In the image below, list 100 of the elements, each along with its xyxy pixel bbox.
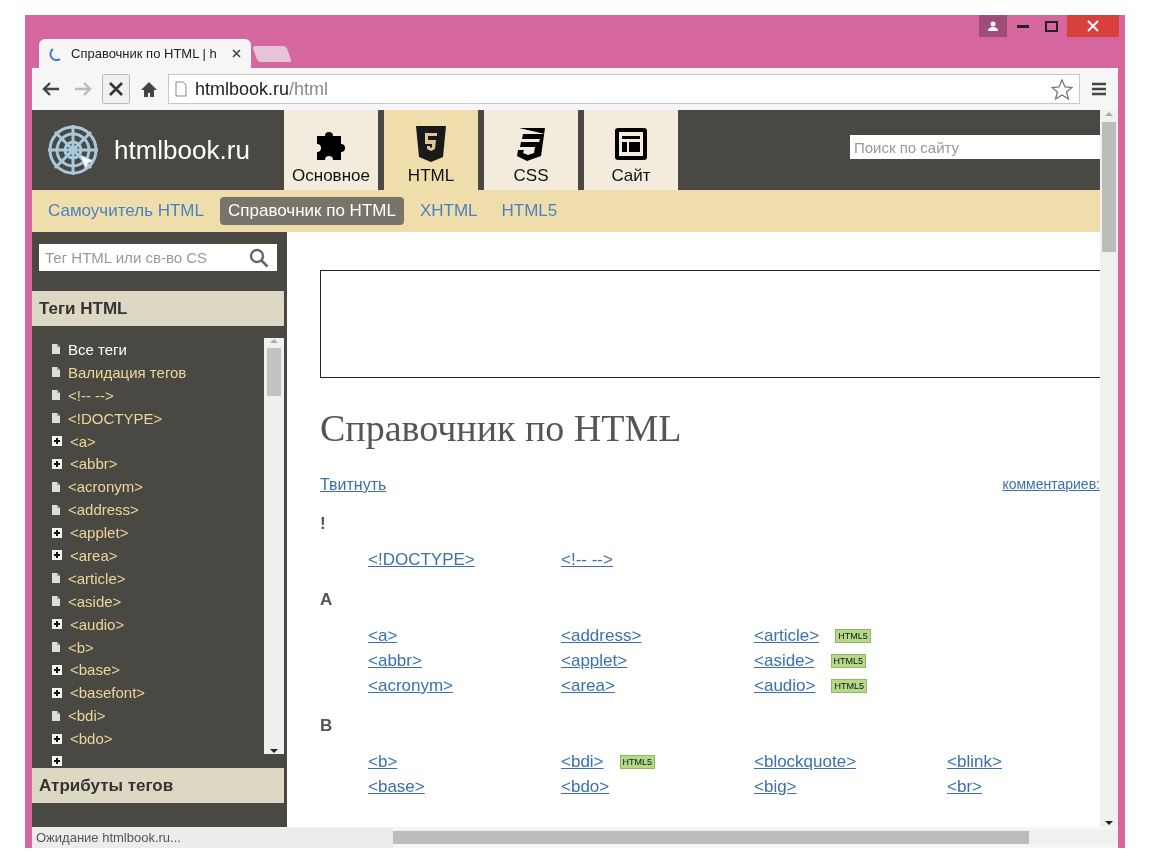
html5-badge: HTML5: [830, 654, 866, 668]
tag-link[interactable]: <!DOCTYPE>: [368, 550, 475, 570]
layout-icon: [613, 126, 649, 162]
html5-badge: HTML5: [835, 629, 871, 643]
document-icon: [52, 504, 60, 515]
tag-link[interactable]: <aside>: [754, 651, 815, 671]
tag-link[interactable]: <acronym>: [368, 676, 454, 696]
tag-list-item[interactable]: <basefont>: [70, 684, 146, 702]
tag-list-item[interactable]: <applet>: [70, 524, 129, 542]
expand-icon[interactable]: [52, 619, 62, 630]
scrollbar-thumb[interactable]: [267, 348, 281, 396]
letter-heading: A: [320, 590, 334, 610]
expand-icon[interactable]: [52, 527, 62, 538]
star-icon[interactable]: [1051, 78, 1073, 100]
scroll-down-icon[interactable]: [270, 748, 278, 754]
maximize-icon[interactable]: [1044, 20, 1058, 32]
tag-list-item[interactable]: <b>: [68, 638, 94, 656]
section-tab[interactable]: HTML: [384, 110, 478, 190]
tag-link[interactable]: <abbr>: [368, 651, 422, 671]
tag-list-item[interactable]: Валидация тегов: [68, 363, 187, 381]
tag-list-item[interactable]: <abbr>: [70, 455, 118, 473]
tag-list-item[interactable]: <bdi>: [68, 707, 106, 725]
tag-list-item[interactable]: <acronym>: [68, 478, 144, 496]
section-tab[interactable]: Основное: [284, 110, 378, 190]
tag-link[interactable]: <blink>: [947, 752, 1002, 772]
expand-icon[interactable]: [52, 664, 62, 675]
menu-icon[interactable]: [1091, 82, 1107, 96]
tag-list-item[interactable]: <address>: [68, 501, 139, 519]
page-heading: Справочник по HTML: [320, 406, 683, 450]
horizontal-scrollbar[interactable]: [393, 830, 1118, 845]
tag-link[interactable]: <big>: [754, 777, 797, 797]
letter-heading: B: [320, 716, 334, 736]
search-icon[interactable]: [249, 248, 269, 268]
panel-header[interactable]: Теги HTML: [32, 291, 284, 326]
tag-link[interactable]: <bdo>: [561, 777, 610, 797]
scrollbar-thumb[interactable]: [1102, 122, 1116, 252]
tag-link[interactable]: <article>: [754, 626, 820, 646]
tag-link[interactable]: <!-- -->: [561, 550, 613, 570]
tag-list-item[interactable]: <base>: [70, 661, 121, 679]
document-icon: [52, 642, 60, 652]
tag-list-item[interactable]: <area>: [70, 546, 118, 564]
tag-list-item[interactable]: <bdo>: [70, 730, 113, 748]
back-arrow-icon[interactable]: [42, 82, 60, 96]
document-icon: [52, 481, 60, 492]
section-tab[interactable]: Сайт: [584, 110, 678, 190]
close-button[interactable]: [1067, 15, 1119, 37]
tag-link[interactable]: <br>: [947, 777, 982, 797]
home-icon[interactable]: [140, 81, 158, 97]
document-icon: [52, 573, 60, 584]
browser-tab[interactable]: Справочник по HTML | h: [39, 39, 251, 68]
close-icon: [1087, 20, 1099, 32]
expand-icon[interactable]: [52, 436, 62, 446]
tag-list-item[interactable]: <a>: [70, 432, 96, 450]
tag-list-item[interactable]: <audio>: [70, 615, 125, 633]
expand-icon[interactable]: [52, 550, 62, 561]
section-tab[interactable]: CSS: [484, 110, 578, 190]
expand-icon[interactable]: [52, 458, 62, 469]
site-logo-text[interactable]: htmlbook.ru: [114, 134, 250, 166]
document-icon: [52, 413, 60, 424]
page-icon: [175, 81, 187, 97]
comments-link[interactable]: комментариев:: [1002, 476, 1100, 494]
tag-link[interactable]: <area>: [561, 676, 615, 696]
expand-icon[interactable]: [52, 687, 62, 698]
tag-link[interactable]: <bdi>: [561, 752, 604, 772]
address-bar[interactable]: htmlbook.ru/html: [168, 74, 1080, 104]
user-icon: [988, 21, 998, 31]
tweet-link[interactable]: Твитнуть: [320, 476, 387, 494]
document-icon: [52, 367, 60, 378]
close-icon[interactable]: [232, 49, 241, 58]
letter-heading: !: [320, 514, 327, 534]
expand-icon[interactable]: [52, 733, 62, 744]
tag-link[interactable]: <audio>: [754, 676, 816, 696]
minimize-icon[interactable]: [1017, 24, 1029, 28]
panel-header[interactable]: Атрибуты тегов: [32, 768, 284, 803]
tag-list-item[interactable]: <!DOCTYPE>: [68, 409, 163, 427]
tag-link[interactable]: <applet>: [561, 651, 628, 671]
html5-shield-icon: [415, 126, 447, 162]
tag-list-item[interactable]: <aside>: [68, 592, 122, 610]
stop-button[interactable]: [102, 74, 130, 104]
profile-button[interactable]: [979, 15, 1007, 37]
tag-link[interactable]: <b>: [368, 752, 398, 772]
tag-link[interactable]: <a>: [368, 626, 398, 646]
status-text: Ожидание htmlbook.ru...: [32, 827, 393, 848]
stop-icon: [109, 82, 123, 96]
tag-list-item[interactable]: Все теги: [68, 340, 127, 358]
tag-search-field[interactable]: Тег HTML или св-во CS: [39, 244, 277, 271]
html5-badge: HTML5: [831, 679, 867, 693]
site-search-field[interactable]: Поиск по сайту: [850, 135, 1100, 159]
scrollbar-thumb[interactable]: [393, 831, 1029, 844]
expand-icon[interactable]: [52, 756, 62, 766]
vertical-scrollbar[interactable]: [1100, 110, 1118, 827]
tag-list-item[interactable]: <!-- -->: [68, 386, 114, 404]
tag-list-item[interactable]: <article>: [68, 569, 126, 587]
document-icon: [52, 710, 60, 721]
tag-link[interactable]: <base>: [368, 777, 425, 797]
tag-link[interactable]: <blockquote>: [754, 752, 857, 772]
document-icon: [52, 390, 60, 401]
tag-link[interactable]: <address>: [561, 626, 642, 646]
subnav-link[interactable]: Справочник по HTML: [220, 197, 404, 225]
list-scrollbar[interactable]: [264, 338, 284, 754]
